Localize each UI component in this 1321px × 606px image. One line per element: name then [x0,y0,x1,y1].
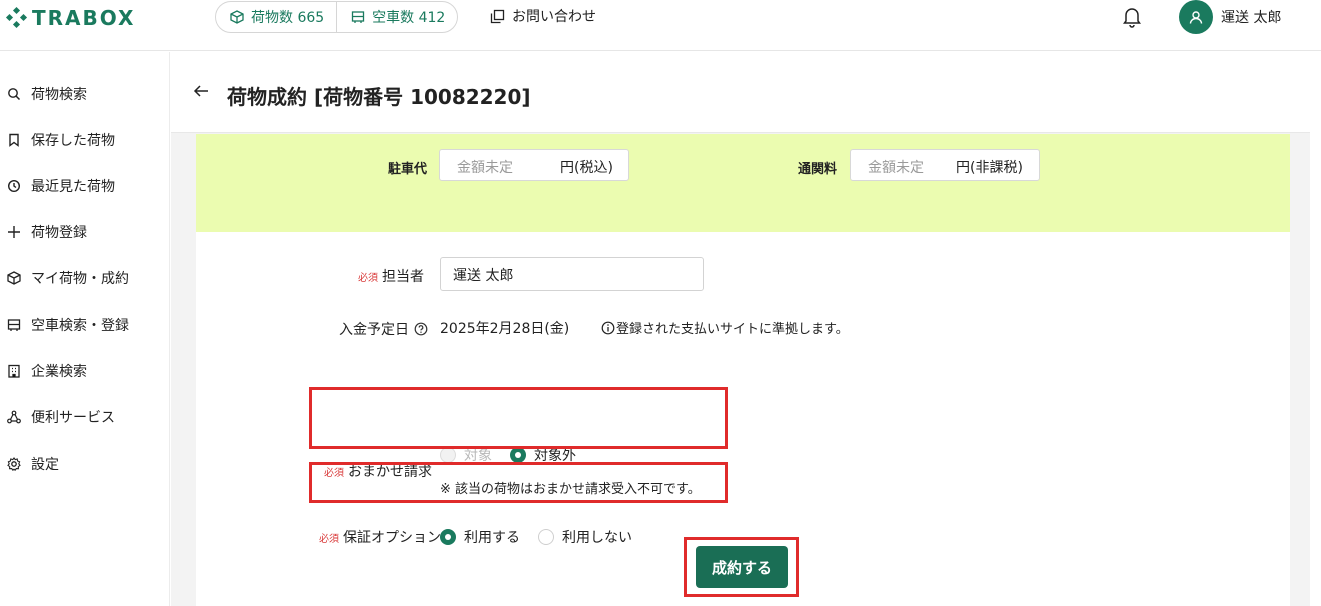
fee-panel: 駐車代 金額未定 円(税込) 通関料 金額未定 円(非課税) [196,134,1290,232]
parking-fee-unit: 円(税込) [560,160,613,176]
trabox-logo[interactable]: TRABOX [5,6,136,30]
sidebar-item-label: 便利サービス [31,410,115,426]
bookmark-icon [6,132,22,148]
required-mark: 必須 [319,533,339,545]
box-icon [230,10,244,24]
page-title: 荷物成約 [荷物番号 10082220] [227,85,531,109]
gear-icon [6,456,22,472]
payment-note: 登録された支払いサイトに準拠します。 [601,318,849,337]
sidebar-item-label: 空車検索・登録 [31,318,129,334]
sidebar-item-settings[interactable]: 設定 [6,453,59,475]
user-icon [1189,11,1203,24]
sidebar-item-label: 荷物登録 [31,225,87,241]
user-name: 運送 太郎 [1221,10,1282,26]
parking-fee-input[interactable]: 金額未定 円(税込) [439,149,629,181]
person-label: 必須 担当者 [358,269,424,285]
sidebar-item-services[interactable]: 便利サービス [6,406,115,428]
vehicle-count-label: 空車数 412 [372,10,446,26]
guarantee-radio-group: 利用する 利用しない [440,527,650,547]
cargo-count-label: 荷物数 665 [251,10,325,26]
building-icon [6,363,22,379]
radio-selected [510,447,526,463]
top-header: TRABOX 荷物数 665 空車数 412 お問い合わせ 運送 太郎 [0,0,1321,51]
sidebar-item-label: 荷物検索 [31,87,87,103]
sidebar-item-recent-cargo[interactable]: 最近見た荷物 [6,175,115,197]
sidebar-item-label: 最近見た荷物 [31,179,115,195]
page-title-bar: 荷物成約 [荷物番号 10082220] [171,52,1310,133]
sidebar-item-cargo-search[interactable]: 荷物検索 [6,83,87,105]
sidebar-item-label: 設定 [31,457,59,473]
parking-fee-label: 駐車代 [388,162,428,177]
scrollbar-track[interactable] [1310,52,1321,606]
network-icon [6,409,22,425]
sidebar-item-label: 企業検索 [31,364,87,380]
sidebar-item-label: マイ荷物・成約 [31,271,129,287]
vehicle-count[interactable]: 空車数 412 [336,2,457,32]
history-icon [6,178,22,194]
sidebar-item-saved-cargo[interactable]: 保存した荷物 [6,129,115,151]
truck-icon [6,317,22,333]
avatar [1179,0,1213,34]
sidebar: 荷物検索 保存した荷物 最近見た荷物 荷物登録 マイ荷物・成約 空車検索・登録 … [0,52,170,606]
help-icon[interactable] [414,322,428,336]
count-pill: 荷物数 665 空車数 412 [215,1,459,33]
sidebar-item-vehicle-search[interactable]: 空車検索・登録 [6,314,129,336]
submit-contract-button[interactable]: 成約する [696,546,788,588]
contact-label: お問い合わせ [512,9,596,25]
payment-date-value: 2025年2月28日(金) [440,321,570,337]
parking-fee-placeholder: 金額未定 [457,160,513,176]
guarantee-label: 必須 保証オプション [319,530,441,546]
radio-unselected [538,529,554,545]
payment-date-label: 入金予定日 [339,319,428,339]
sidebar-item-my-cargo[interactable]: マイ荷物・成約 [6,267,129,289]
user-menu[interactable]: 運送 太郎 [1179,0,1281,34]
required-mark: 必須 [358,272,378,284]
guarantee-option-use[interactable]: 利用する [440,527,520,547]
logo-mark-icon [5,6,28,29]
notification-bell-icon[interactable] [1122,6,1142,32]
contact-link[interactable]: お問い合わせ [490,6,596,26]
sidebar-item-label: 保存した荷物 [31,133,115,149]
logo-text: TRABOX [32,6,136,30]
guarantee-option-not-use[interactable]: 利用しない [538,527,632,547]
sidebar-item-company-search[interactable]: 企業検索 [6,360,87,382]
customs-fee-input[interactable]: 金額未定 円(非課税) [850,149,1040,181]
person-input[interactable]: 運送 太郎 [440,257,704,291]
sidebar-item-cargo-register[interactable]: 荷物登録 [6,221,87,243]
external-window-icon [490,9,505,23]
radio-disabled [440,447,456,463]
customs-fee-label: 通関料 [798,162,838,177]
cargo-count[interactable]: 荷物数 665 [216,2,336,32]
back-arrow-icon[interactable] [193,84,209,102]
auto-billing-highlight [309,387,728,449]
guarantee-highlight [309,462,728,503]
info-icon [601,321,615,334]
customs-fee-unit: 円(非課税) [956,160,1023,176]
main-content: 荷物成約 [荷物番号 10082220] 駐車代 金額未定 円(税込) 通関料 … [171,52,1310,606]
radio-selected [440,529,456,545]
truck-icon [352,11,365,23]
box-icon [6,270,22,286]
search-icon [6,86,22,102]
plus-icon [6,224,22,240]
customs-fee-placeholder: 金額未定 [868,160,924,176]
